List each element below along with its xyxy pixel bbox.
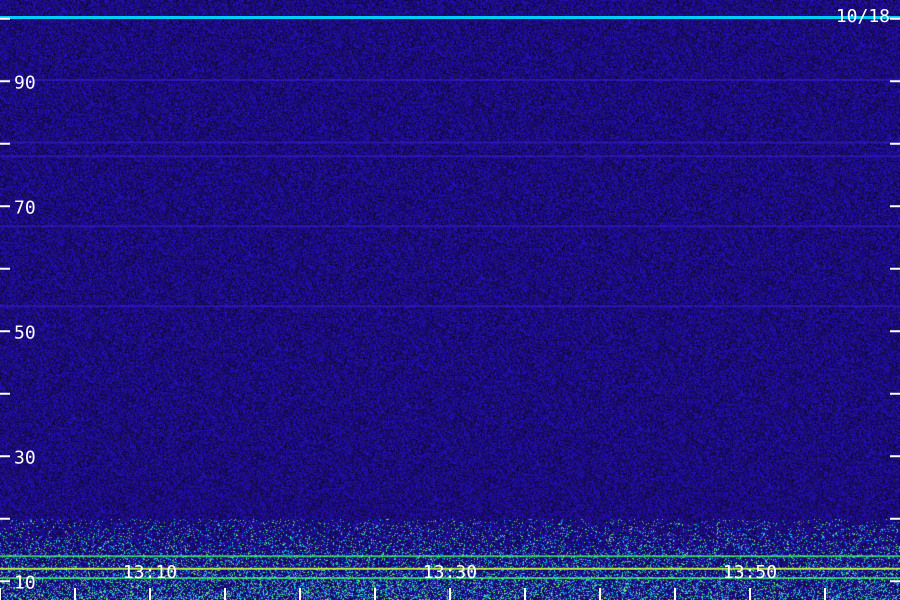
y-tick-label-90: 90 bbox=[14, 72, 36, 93]
y-tick-label-30: 30 bbox=[14, 447, 36, 468]
spectrogram-noise bbox=[0, 0, 900, 600]
y-tick-label-70: 70 bbox=[14, 197, 36, 218]
date-label: 10/18 bbox=[836, 6, 890, 27]
y-tick-label-50: 50 bbox=[14, 322, 36, 343]
x-tick-label-1350: 13:50 bbox=[723, 562, 777, 583]
spectrogram-chart: 10 30 50 70 90 13:10 13:30 13:50 10/18 bbox=[0, 0, 900, 600]
x-tick-label-1330: 13:30 bbox=[423, 562, 477, 583]
y-tick-label-10: 10 bbox=[14, 572, 36, 593]
x-tick-label-1310: 13:10 bbox=[123, 562, 177, 583]
